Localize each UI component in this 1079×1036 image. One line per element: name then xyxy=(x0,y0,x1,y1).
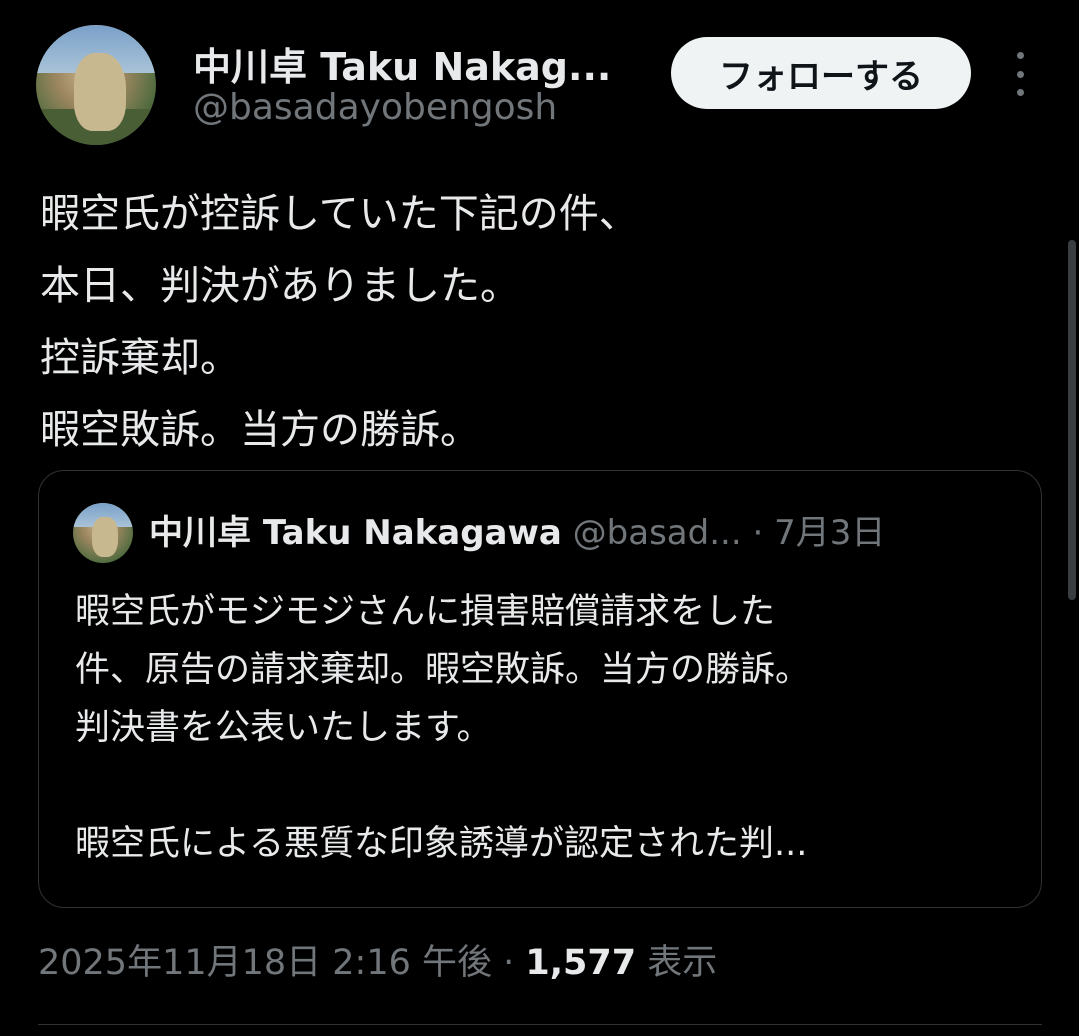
tweet-line: 暇空氏が控訴していた下記の件、 xyxy=(40,191,639,237)
quoted-line xyxy=(75,757,1005,815)
quoted-line: 件、原告の請求棄却。暇空敗訴。当方の勝訴。 xyxy=(75,650,811,690)
tweet-line: 本日、判決がありました。 xyxy=(40,263,520,309)
quoted-tweet-card[interactable]: 中川卓 Taku Nakagawa @basad... · 7月3日 暇空氏がモ… xyxy=(38,470,1042,908)
more-dot xyxy=(1016,70,1024,78)
divider xyxy=(38,1024,1042,1025)
quoted-separator: · xyxy=(752,513,775,553)
avatar-figure xyxy=(74,53,126,131)
more-dot xyxy=(1016,89,1024,96)
tweet-timestamp[interactable]: 2025年11月18日 2:16 午後 xyxy=(38,943,492,983)
quoted-author-name: 中川卓 Taku Nakagawa xyxy=(149,513,562,553)
more-vertical-icon[interactable] xyxy=(1003,52,1037,96)
views-count: 1,577 xyxy=(525,943,637,983)
follow-button[interactable]: フォローする xyxy=(671,37,971,109)
quoted-author-handle: @basad... xyxy=(572,513,742,553)
author-avatar[interactable] xyxy=(36,25,156,145)
more-dot xyxy=(1016,52,1024,59)
quoted-line: 判決書を公表いたします。 xyxy=(75,708,492,748)
author-name[interactable]: 中川卓 Taku Nakag... xyxy=(193,36,633,91)
avatar-figure xyxy=(92,517,118,557)
views-label: 表示 xyxy=(636,943,718,983)
scrollbar[interactable] xyxy=(1068,240,1076,600)
quoted-author-avatar xyxy=(73,503,133,563)
quoted-tweet-text: 暇空氏がモジモジさんに損害賠償請求をした 件、原告の請求棄却。暇空敗訴。当方の勝… xyxy=(75,583,1005,873)
quoted-line: 暇空氏がモジモジさんに損害賠償請求をした xyxy=(75,592,776,632)
meta-separator: · xyxy=(492,943,526,983)
tweet-line: 暇空敗訴。当方の勝訴。 xyxy=(40,407,480,453)
tweet-line: 控訴棄却。 xyxy=(40,335,240,381)
quoted-line: 暇空氏による悪質な印象誘導が認定された判... xyxy=(75,824,808,864)
quoted-tweet-header: 中川卓 Taku Nakagawa @basad... · 7月3日 xyxy=(149,511,885,555)
quoted-date: 7月3日 xyxy=(774,513,886,553)
tweet-meta: 2025年11月18日 2:16 午後 · 1,577 表示 xyxy=(38,938,717,988)
author-handle[interactable]: @basadayobengosh xyxy=(193,87,557,128)
tweet-text: 暇空氏が控訴していた下記の件、 本日、判決がありました。 控訴棄却。 暇空敗訴。… xyxy=(40,178,1040,466)
